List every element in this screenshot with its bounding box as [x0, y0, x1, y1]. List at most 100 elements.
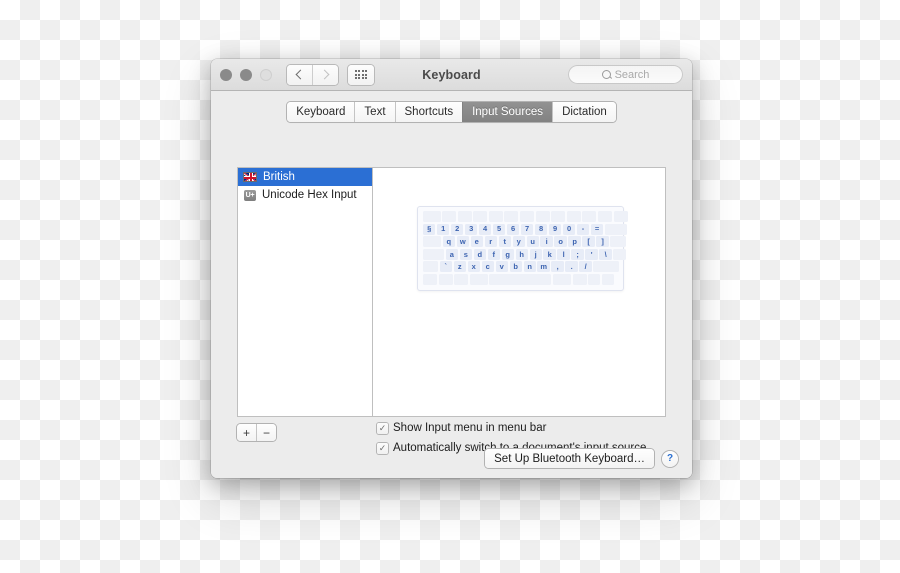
keyboard-key: 1	[436, 223, 450, 235]
keyboard-key-blank	[610, 236, 627, 248]
keyboard-key: -	[576, 223, 590, 235]
keyboard-key: ,	[551, 261, 564, 273]
search-input[interactable]: Search	[568, 65, 683, 84]
chevron-right-icon	[319, 69, 330, 80]
navigation-button-group	[287, 64, 338, 85]
keyboard-key-blank	[504, 211, 519, 222]
keyboard-key: 7	[520, 223, 534, 235]
keyboard-key: [	[582, 236, 595, 248]
keyboard-key-blank	[601, 273, 614, 285]
keyboard-key: m	[537, 261, 550, 273]
keyboard-key-blank	[423, 248, 444, 260]
keyboard-key-blank	[488, 211, 503, 222]
keyboard-key: j	[529, 248, 542, 260]
tab-keyboard[interactable]: Keyboard	[287, 102, 355, 122]
keyboard-home-row: a s d f g h j k l; ' \	[423, 248, 627, 260]
keyboard-key: x	[467, 261, 480, 273]
keyboard-key: q	[442, 236, 455, 248]
keyboard-key: '	[585, 248, 598, 260]
checkbox-indicator[interactable]: ✓	[377, 442, 388, 454]
help-button[interactable]: ?	[662, 450, 678, 467]
keyboard-key: o	[554, 236, 567, 248]
checkbox-indicator[interactable]: ✓	[377, 422, 388, 434]
keyboard-bottom-letter-row: ` z x c v b n m,. /	[423, 261, 620, 273]
show-all-button[interactable]	[348, 64, 374, 85]
keyboard-key: s	[459, 248, 472, 260]
keyboard-key: g	[501, 248, 514, 260]
input-source-row[interactable]: U+ Unicode Hex Input	[238, 186, 372, 204]
keyboard-key: f	[487, 248, 500, 260]
keyboard-key: e	[470, 236, 483, 248]
keyboard-key-blank	[551, 211, 566, 222]
input-source-label: Unicode Hex Input	[262, 189, 357, 201]
keyboard-key: c	[481, 261, 494, 273]
input-sources-panels: British U+ Unicode Hex Input § 1 2 3 4 5 6 7 8 9 0- =…	[237, 167, 666, 417]
keyboard-key: =	[590, 223, 604, 235]
keyboard-preferences-window: Keyboard Search Keyboard Text Shortcuts Inp…	[211, 59, 692, 478]
keyboard-key: /	[579, 261, 592, 273]
input-sources-list[interactable]: British U+ Unicode Hex Input	[237, 167, 372, 417]
traffic-light-group	[220, 68, 272, 81]
keyboard-key: y	[512, 236, 525, 248]
back-button[interactable]	[287, 64, 312, 85]
keyboard-key-blank	[423, 273, 437, 285]
keyboard-key-blank	[423, 236, 441, 248]
tab-shortcuts[interactable]: Shortcuts	[394, 102, 463, 122]
close-button[interactable]	[220, 68, 232, 81]
keyboard-key-blank	[604, 223, 627, 235]
setup-bluetooth-keyboard-button[interactable]: Set Up Bluetooth Keyboard…	[485, 449, 654, 468]
keyboard-key: 4	[478, 223, 492, 235]
keyboard-key: 6	[506, 223, 520, 235]
tab-dictation[interactable]: Dictation	[552, 102, 616, 122]
tab-strip: Keyboard Text Shortcuts Input Sources Dictat…	[287, 102, 616, 122]
input-source-label: British	[263, 171, 295, 183]
keyboard-key: .	[565, 261, 578, 273]
checkbox-label: Show Input menu in menu bar	[393, 422, 547, 434]
search-placeholder: Search	[614, 68, 650, 81]
keyboard-key: d	[473, 248, 486, 260]
window-body: Keyboard Text Shortcuts Input Sources Dictat…	[211, 91, 692, 478]
uk-flag-icon	[243, 172, 257, 182]
keyboard-key-blank	[489, 273, 552, 285]
add-input-source-button[interactable]: +	[237, 424, 256, 441]
tab-text[interactable]: Text	[354, 102, 395, 122]
keyboard-preview-panel: § 1 2 3 4 5 6 7 8 9 0- = q w e r t y u i o p[] a s d f g h j k l; ' \ ` z x…	[372, 167, 666, 417]
keyboard-key-blank	[572, 273, 587, 285]
keyboard-key: k	[543, 248, 556, 260]
checkbox-row[interactable]: ✓ Show Input menu in menu bar	[377, 420, 646, 436]
keyboard-modifier-row	[423, 273, 618, 285]
zoom-button[interactable]	[260, 68, 272, 81]
keyboard-top-letter-row: q w e r t y u i o p[]	[423, 236, 627, 248]
remove-input-source-button[interactable]: −	[256, 424, 276, 441]
footer-button-group: Set Up Bluetooth Keyboard… ?	[485, 449, 678, 468]
keyboard-key-blank	[613, 211, 628, 222]
keyboard-key: h	[515, 248, 528, 260]
keyboard-key-blank	[454, 273, 469, 285]
keyboard-key-blank	[613, 248, 627, 260]
keyboard-key: §	[423, 223, 436, 235]
keyboard-key: a	[445, 248, 458, 260]
keyboard-key: r	[484, 236, 497, 248]
u-plus-icon: U+	[244, 189, 256, 201]
keyboard-key-blank	[582, 211, 597, 222]
forward-button[interactable]	[312, 64, 338, 85]
keyboard-key-blank	[469, 273, 488, 285]
keyboard-key-blank	[552, 273, 571, 285]
tab-bar: Keyboard Text Shortcuts Input Sources Dictat…	[211, 91, 692, 122]
keyboard-key: ;	[571, 248, 584, 260]
keyboard-function-row	[423, 211, 628, 222]
keyboard-key-blank	[473, 211, 488, 222]
grid-icon	[354, 70, 368, 79]
tab-input-sources[interactable]: Input Sources	[462, 102, 553, 122]
minimize-button[interactable]	[240, 68, 252, 81]
keyboard-key-blank	[423, 211, 441, 222]
keyboard-key-blank	[457, 211, 472, 222]
keyboard-key-blank	[423, 261, 438, 273]
keyboard-key: 3	[464, 223, 478, 235]
keyboard-key: 0	[562, 223, 576, 235]
keyboard-key: \	[599, 248, 612, 260]
keyboard-key: t	[498, 236, 511, 248]
keyboard-key: w	[456, 236, 469, 248]
keyboard-key-blank	[593, 261, 620, 273]
input-source-row[interactable]: British	[238, 168, 372, 186]
